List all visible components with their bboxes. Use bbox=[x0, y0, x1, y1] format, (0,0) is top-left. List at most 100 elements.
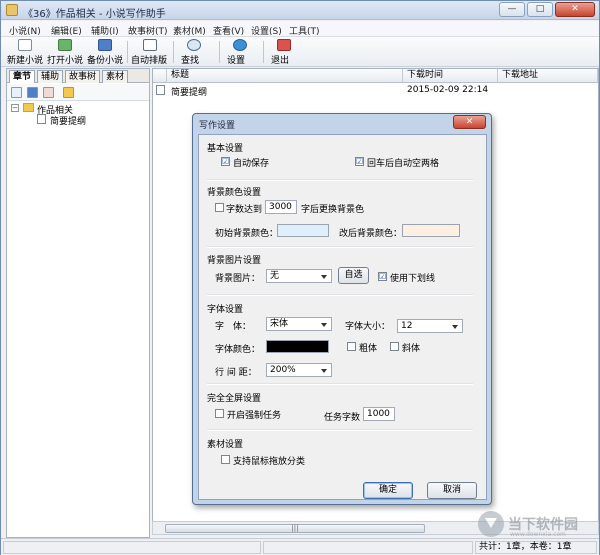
settings-button[interactable]: 设置 bbox=[227, 38, 253, 66]
font-color-label: 字体颜色： bbox=[215, 345, 261, 355]
initial-bg-color-swatch[interactable] bbox=[277, 224, 329, 237]
backup-novel-label: 备份小说 bbox=[87, 56, 124, 66]
backup-novel-button[interactable]: 备份小说 bbox=[87, 38, 123, 66]
word-count-checkbox[interactable] bbox=[215, 203, 224, 212]
word-count-suffix: 字后更换背景色 bbox=[301, 205, 365, 215]
menu-bar: 小说(N) 编辑(E) 辅助(I) 故事树(T) 素材(M) 查看(V) 设置(… bbox=[1, 21, 599, 37]
column-download-url[interactable]: 下载地址 bbox=[498, 69, 598, 83]
enter-indent-checkbox[interactable]: ☑ bbox=[355, 157, 364, 166]
gear-icon bbox=[233, 39, 247, 51]
left-toolbar bbox=[7, 84, 149, 101]
task-words-label: 任务字数 bbox=[324, 413, 361, 423]
new-chapter-icon[interactable] bbox=[11, 87, 22, 98]
minimize-button[interactable]: — bbox=[499, 2, 525, 17]
menu-tools[interactable]: 工具(T) bbox=[289, 24, 320, 37]
watermark: 当下软件园 www.downxia.com bbox=[478, 510, 586, 540]
font-color-swatch[interactable] bbox=[266, 340, 329, 353]
divider bbox=[207, 179, 473, 181]
auto-format-button[interactable]: 自动排版 bbox=[131, 38, 169, 66]
bold-checkbox[interactable] bbox=[347, 342, 356, 351]
drag-sort-label: 支持鼠标拖放分类 bbox=[233, 457, 306, 467]
menu-material[interactable]: 素材(M) bbox=[173, 24, 206, 37]
italic-checkbox[interactable] bbox=[390, 342, 399, 351]
underline-checkbox[interactable]: ☑ bbox=[378, 272, 387, 281]
close-button[interactable]: ✕ bbox=[555, 2, 595, 17]
line-spacing-select[interactable]: 200% bbox=[266, 363, 332, 377]
font-select[interactable]: 宋体 bbox=[266, 317, 332, 331]
divider bbox=[207, 246, 473, 248]
row-time: 2015-02-09 22:14 bbox=[407, 85, 489, 95]
dialog-title: 写作设置 bbox=[199, 121, 236, 131]
delete-chapter-icon[interactable] bbox=[43, 87, 54, 98]
word-count-input[interactable]: 3000 bbox=[265, 200, 297, 214]
status-bar: 共计：1章，本卷：1章 bbox=[1, 538, 599, 555]
bold-label: 粗体 bbox=[359, 344, 378, 354]
folder-icon[interactable] bbox=[63, 87, 74, 98]
download-logo-icon bbox=[478, 511, 504, 537]
column-download-time[interactable]: 下载时间 bbox=[403, 69, 498, 83]
line-spacing-label: 行 间 距： bbox=[215, 368, 257, 378]
force-task-checkbox[interactable] bbox=[215, 409, 224, 418]
menu-assist[interactable]: 辅助(I) bbox=[91, 24, 119, 37]
enter-indent-label: 回车后自动空两格 bbox=[367, 159, 440, 169]
new-novel-button[interactable]: 新建小说 bbox=[7, 38, 43, 66]
divider bbox=[207, 383, 473, 385]
toolbar: 新建小说 打开小说 备份小说 自动排版 查找 设置 退出 bbox=[1, 37, 599, 67]
font-size-select[interactable]: 12 bbox=[397, 319, 463, 333]
scroll-thumb[interactable]: ||| bbox=[165, 524, 425, 533]
find-label: 查找 bbox=[181, 56, 200, 66]
menu-story-tree[interactable]: 故事树(T) bbox=[128, 24, 168, 37]
find-button[interactable]: 查找 bbox=[181, 38, 207, 66]
choose-image-button[interactable]: 自选 bbox=[338, 267, 369, 284]
tab-chapters[interactable]: 章节 bbox=[9, 70, 36, 83]
autosave-label: 自动保存 bbox=[233, 159, 270, 169]
ok-button[interactable]: 确定 bbox=[363, 482, 413, 499]
tab-assist[interactable]: 辅助 bbox=[37, 70, 64, 83]
tree-node-outline[interactable]: 简要提纲 bbox=[50, 114, 86, 127]
cancel-button[interactable]: 取消 bbox=[427, 482, 477, 499]
new-document-icon bbox=[18, 39, 32, 51]
open-novel-label: 打开小说 bbox=[47, 56, 84, 66]
tab-story-tree[interactable]: 故事树 bbox=[65, 70, 101, 83]
toolbar-separator bbox=[219, 41, 220, 63]
auto-format-label: 自动排版 bbox=[131, 56, 168, 66]
open-novel-button[interactable]: 打开小说 bbox=[47, 38, 83, 66]
new-novel-label: 新建小说 bbox=[7, 56, 44, 66]
group-title-basic: 基本设置 bbox=[207, 144, 244, 154]
font-size-label: 字体大小： bbox=[345, 322, 391, 332]
row-title[interactable]: 简要提纲 bbox=[171, 85, 207, 98]
bgimage-select[interactable]: 无 bbox=[266, 269, 332, 283]
status-count: 共计：1章，本卷：1章 bbox=[475, 541, 597, 554]
column-title[interactable]: 标题 bbox=[167, 69, 403, 83]
tab-material[interactable]: 素材 bbox=[102, 70, 129, 83]
dialog-close-button[interactable]: ✕ bbox=[453, 115, 486, 129]
menu-edit[interactable]: 编辑(E) bbox=[51, 24, 82, 37]
group-title-fullscreen: 完全全屏设置 bbox=[207, 394, 262, 404]
save-disk-icon bbox=[98, 39, 112, 51]
list-corner bbox=[153, 69, 167, 83]
collapse-icon[interactable]: − bbox=[11, 104, 19, 112]
left-pane: 章节 辅助 故事树 素材 − 作品相关 简要提纲 bbox=[6, 68, 150, 538]
font-label: 字 体： bbox=[215, 322, 252, 332]
exit-button[interactable]: 退出 bbox=[271, 38, 297, 66]
folder-icon bbox=[23, 103, 34, 112]
menu-novel[interactable]: 小说(N) bbox=[9, 24, 41, 37]
save-chapter-icon[interactable] bbox=[27, 87, 38, 98]
drag-sort-checkbox[interactable] bbox=[221, 455, 230, 464]
task-words-input[interactable]: 1000 bbox=[363, 407, 395, 421]
autosave-checkbox[interactable]: ☑ bbox=[221, 157, 230, 166]
menu-settings[interactable]: 设置(S) bbox=[251, 24, 282, 37]
document-icon bbox=[37, 114, 46, 124]
maximize-button[interactable]: □ bbox=[527, 2, 553, 17]
word-count-prefix: 字数达到 bbox=[226, 205, 263, 215]
changed-bg-color-swatch[interactable] bbox=[402, 224, 460, 237]
status-middle bbox=[263, 541, 473, 554]
toolbar-separator bbox=[127, 41, 128, 63]
menu-view[interactable]: 查看(V) bbox=[213, 24, 244, 37]
settings-label: 设置 bbox=[227, 56, 246, 66]
toolbar-separator bbox=[173, 41, 174, 63]
force-task-label: 开启强制任务 bbox=[227, 411, 282, 421]
group-title-font: 字体设置 bbox=[207, 305, 244, 315]
dialog-body: 基本设置 ☑ 自动保存 ☑ 回车后自动空两格 背景颜色设置 字数达到 3000 … bbox=[198, 134, 487, 500]
group-title-material: 素材设置 bbox=[207, 440, 244, 450]
